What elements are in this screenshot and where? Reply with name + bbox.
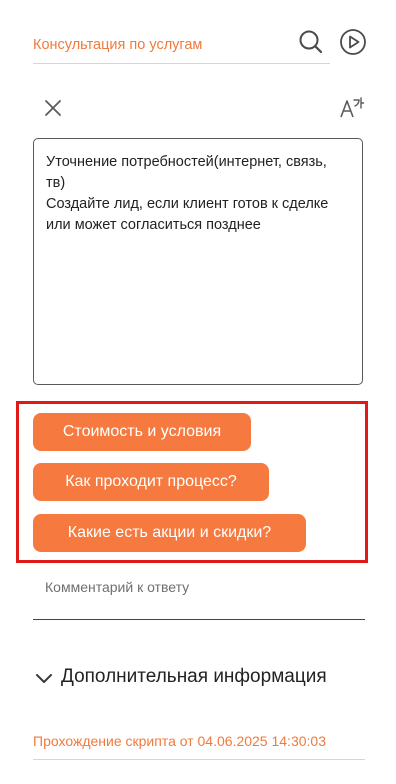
script-panel: Консультация по услугам Уточнение потреб… [0,0,396,784]
play-circle-icon [340,29,366,55]
comment-input[interactable]: Комментарий к ответу [33,570,365,620]
script-text-box: Уточнение потребностей(интернет, связь, … [33,138,363,385]
translate-button[interactable] [338,95,366,121]
answer-button-cost[interactable]: Стоимость и условия [33,413,251,451]
script-line: тв) [46,175,66,191]
search-button[interactable] [296,27,326,57]
script-history-select[interactable]: Прохождение скрипта от 04.06.2025 14:30:… [33,730,365,760]
extra-info-label: Дополнительная информация [61,666,327,687]
service-select[interactable]: Консультация по услугам [33,29,330,64]
comment-placeholder: Комментарий к ответу [45,579,190,595]
answer-button-process[interactable]: Как проходит процесс? [33,463,269,501]
translate-icon [340,97,365,118]
search-icon [299,30,323,54]
script-line: Создайте лид, если клиент готов к сделке [46,196,329,212]
close-button[interactable] [40,95,66,121]
extra-info-toggle[interactable]: Дополнительная информация [33,662,363,692]
play-button[interactable] [338,27,368,57]
script-line: или может согласиться позднее [46,217,261,233]
chevron-down-icon [33,668,55,690]
answer-button-promotions[interactable]: Какие есть акции и скидки? [33,514,306,552]
script-history-value: Прохождение скрипта от 04.06.2025 14:30:… [33,733,326,749]
service-select-value: Консультация по услугам [33,37,203,53]
script-line: Уточнение потребностей(интернет, связь, [46,154,327,170]
close-icon [45,100,61,116]
